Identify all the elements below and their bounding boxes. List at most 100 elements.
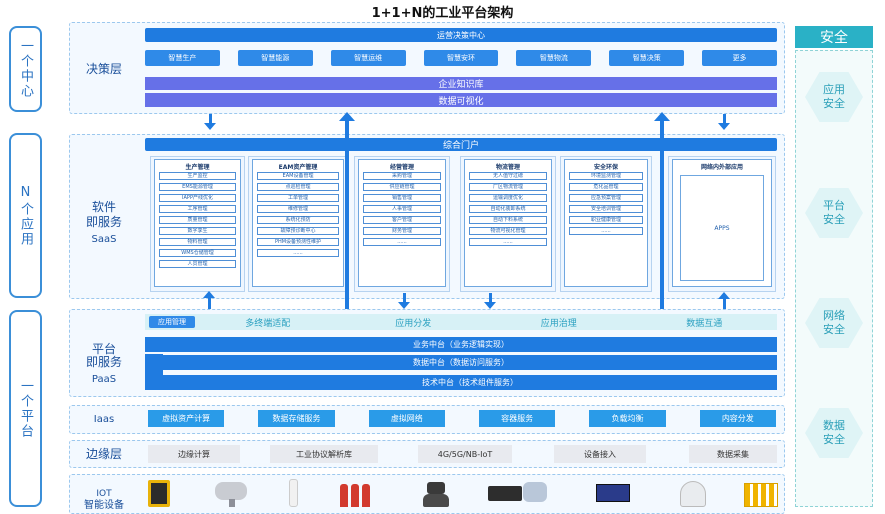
knowledge-base-bar: 企业知识库 bbox=[145, 77, 777, 90]
paas-light-label-1: 多终端适配 bbox=[245, 318, 291, 329]
paas-label-line2: 即服务 bbox=[85, 355, 122, 369]
saas-item: 危化品管理 bbox=[569, 183, 643, 191]
saas-column-title: EAM资产管理 bbox=[278, 164, 318, 171]
decision-chip: 智慧物流 bbox=[516, 50, 592, 66]
saas-item: PHM设备预测性维护 bbox=[257, 238, 339, 246]
arrow-up-3 bbox=[208, 297, 211, 309]
gas-detector-icon bbox=[148, 480, 170, 507]
paas-label-line3: PaaS bbox=[91, 374, 117, 385]
saas-item: 财务管理 bbox=[363, 227, 441, 235]
data-security-label: 数据 安全 bbox=[823, 419, 845, 446]
gateway-device-icon bbox=[488, 486, 522, 501]
saas-item: 销售管理 bbox=[363, 194, 441, 202]
saas-item: 工单管理 bbox=[257, 194, 339, 202]
saas-item: ...... bbox=[569, 227, 643, 235]
iaas-label: Iaas bbox=[93, 414, 115, 425]
dome-camera-icon bbox=[680, 481, 706, 507]
saas-item: WMS仓储管理 bbox=[159, 249, 236, 257]
extinguisher-2-icon bbox=[351, 484, 359, 507]
saas-item: EAM设备管理 bbox=[257, 172, 339, 180]
saas-item: ...... bbox=[257, 249, 339, 257]
security-title: 安全 bbox=[795, 26, 873, 48]
saas-item: 职业健康管理 bbox=[569, 216, 643, 224]
network-security-label: 网络 安全 bbox=[823, 309, 845, 336]
arrow-up-left-shaft bbox=[345, 120, 349, 310]
edge-chip: 4G/5G/NB-IoT bbox=[418, 445, 512, 463]
saas-item: 故障预诊断中心 bbox=[257, 227, 339, 235]
apps-box: APPS bbox=[680, 175, 764, 281]
arrow-down-1-head bbox=[204, 123, 216, 130]
edge-chip: 工业协议解析库 bbox=[270, 445, 378, 463]
page-title: 1+1+N的工业平台架构 bbox=[371, 6, 514, 21]
flow-meter-icon bbox=[523, 482, 547, 502]
saas-item: 系统化预防 bbox=[257, 216, 339, 224]
arrow-up-4-head bbox=[718, 292, 730, 299]
paas-light-label-3: 应用治理 bbox=[540, 318, 577, 329]
saas-item: 数字孪生 bbox=[159, 227, 236, 235]
saas-item: ...... bbox=[363, 238, 441, 246]
saas-label-line3: SaaS bbox=[91, 234, 117, 245]
paas-light-label-2: 应用分发 bbox=[395, 318, 432, 329]
portal-bar: 综合门户 bbox=[145, 138, 777, 151]
edge-label: 边缘层 bbox=[85, 447, 122, 461]
decision-chip: 智慧生产 bbox=[145, 50, 220, 66]
saas-item: 点巡检管理 bbox=[257, 183, 339, 191]
one-platform-label: 一个平台 bbox=[18, 378, 33, 439]
saas-item: 供应链管理 bbox=[363, 183, 441, 191]
saas-item: 应急预案管理 bbox=[569, 194, 643, 202]
saas-item: 维修管理 bbox=[257, 205, 339, 213]
arrow-up-left-head bbox=[339, 112, 355, 121]
inspection-robot-icon bbox=[423, 494, 449, 507]
extinguisher-3-icon bbox=[362, 484, 370, 507]
n-apps-box: N个应用 bbox=[9, 133, 42, 298]
saas-column-title: 网络内外部应用 bbox=[700, 164, 743, 171]
saas-item: IAPP产线优化 bbox=[159, 194, 236, 202]
saas-item: 客户管理 bbox=[363, 216, 441, 224]
saas-item: 物料管理 bbox=[159, 238, 236, 246]
iaas-chip: 数据存储服务 bbox=[258, 410, 335, 427]
saas-label-line1: 软件 bbox=[91, 200, 116, 214]
operations-center-bar: 运营决策中心 bbox=[145, 28, 777, 42]
platform-security-label: 平台 安全 bbox=[823, 199, 845, 226]
saas-column-title: 生产管理 bbox=[185, 164, 210, 171]
arrow-up-right-shaft bbox=[660, 120, 664, 310]
decision-chip: 智慧能源 bbox=[237, 50, 313, 66]
decision-chip: 智慧决策 bbox=[609, 50, 685, 66]
arrow-up-3-head bbox=[203, 291, 215, 298]
business-middle-platform-bar: 业务中台（业务逻辑实现） bbox=[145, 337, 777, 352]
saas-item: 自动化装卸系统 bbox=[469, 205, 547, 213]
saas-item: 环境监测管理 bbox=[569, 172, 643, 180]
edge-chip: 设备接入 bbox=[554, 445, 646, 463]
saas-item: 生产监控 bbox=[159, 172, 236, 180]
data-visualization-bar: 数据可视化 bbox=[145, 93, 777, 107]
decision-chip: 智慧安环 bbox=[423, 50, 499, 66]
saas-item: 安全培训管理 bbox=[569, 205, 643, 213]
saas-item: 采购管理 bbox=[363, 172, 441, 180]
saas-item: 人员管理 bbox=[159, 260, 236, 268]
light-curtain-icon bbox=[744, 483, 778, 507]
decision-chip: 智慧运维 bbox=[330, 50, 406, 66]
one-center-label: 一个中心 bbox=[18, 39, 33, 99]
saas-column-title: 安全环保 bbox=[593, 164, 618, 171]
camera-icon bbox=[215, 482, 247, 500]
arrow-up-right-head bbox=[654, 112, 670, 121]
saas-column-title: 物流管理 bbox=[495, 164, 520, 171]
one-center-box: 一个中心 bbox=[9, 26, 42, 112]
saas-item: 物流可视化管理 bbox=[469, 227, 547, 235]
app-services-bar: 应用管理 多终端适配 应用分发 应用治理 数据互通 bbox=[145, 314, 777, 330]
saas-item: 自动下料系统 bbox=[469, 216, 547, 224]
one-platform-box: 一个平台 bbox=[9, 310, 42, 507]
decision-layer-label: 决策层 bbox=[85, 62, 122, 76]
saas-item: 厂区物流管理 bbox=[469, 183, 547, 191]
saas-item: 人事管理 bbox=[363, 205, 441, 213]
iaas-chip: 虚拟资产计算 bbox=[148, 410, 225, 427]
sensor-probe-icon bbox=[289, 479, 298, 507]
app-security-label: 应用 安全 bbox=[823, 83, 845, 110]
paas-light-label-4: 数据互通 bbox=[686, 318, 723, 329]
iot-label-line2: 智能设备 bbox=[84, 500, 124, 511]
robot-head-icon bbox=[427, 482, 445, 494]
saas-item: 质量管理 bbox=[159, 216, 236, 224]
saas-label-line2: 即服务 bbox=[85, 215, 122, 229]
data-collector-icon bbox=[596, 484, 630, 502]
saas-item: 运输调度优化 bbox=[469, 194, 547, 202]
